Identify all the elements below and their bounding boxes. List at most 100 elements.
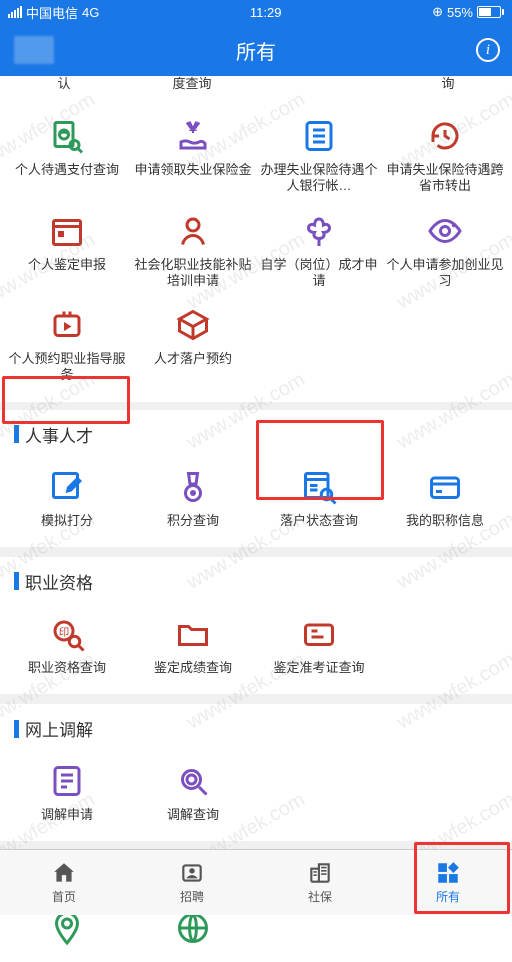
grid-item-label: 个人预约职业指导服务: [6, 351, 128, 384]
grid-item-label: 调解查询: [167, 807, 219, 823]
title-bar-icon: [14, 720, 19, 738]
partial-label: 度查询: [172, 76, 211, 92]
svg-text:印: 印: [59, 626, 70, 638]
section-zhiye: 职业资格 印职业资格查询鉴定成绩查询鉴定准考证查询: [0, 557, 512, 694]
grid-item[interactable]: 个人申请参加创业见习: [382, 203, 508, 298]
grid-item[interactable]: 落户状态查询: [256, 459, 382, 537]
status-bar: 中国电信 4G 11:29 ⊕ 55%: [0, 0, 512, 24]
grid-item[interactable]: 调解申请: [4, 753, 130, 831]
grid-item-label: 申请领取失业保险金: [134, 162, 251, 178]
section-services: 个人待遇支付查询 ¥ 申请领取失业保险金办理失业保险待遇个人银行帐…申请失业保险待遇…: [0, 108, 512, 402]
list-icon: [299, 116, 339, 156]
partial-row: 认 度查询 询: [0, 76, 512, 108]
signal-icon: [8, 6, 22, 18]
grid-item-label: 人才落户预约: [154, 351, 232, 367]
page-title: 所有: [236, 36, 276, 65]
edit-icon: [47, 467, 87, 507]
id-icon: [179, 860, 205, 886]
grid-item-label: 职业资格查询: [28, 660, 106, 676]
grid-item-label: 模拟打分: [41, 513, 93, 529]
tab-home[interactable]: 首页: [0, 850, 128, 915]
grid-item[interactable]: 办理失业保险待遇个人银行帐…: [256, 108, 382, 203]
title-bar-icon: [14, 572, 19, 590]
grid-item[interactable]: 鉴定成绩查询: [130, 606, 256, 684]
section-renshi: 人事人才 模拟打分 积分查询 落户状态查询 我的职称信息: [0, 410, 512, 547]
list2-icon: [47, 761, 87, 801]
section-tiaojie: 网上调解 调解申请 调解查询: [0, 704, 512, 841]
section-title: 人事人才: [0, 410, 512, 459]
carrier: 中国电信: [26, 3, 78, 22]
battery-icon: [477, 6, 504, 18]
section-title-text: 网上调解: [25, 716, 93, 741]
section-title: 网上调解: [0, 704, 512, 753]
card2-icon: [299, 614, 339, 654]
grid-item-label: 办理失业保险待遇个人银行帐…: [258, 162, 380, 195]
section-title-text: 职业资格: [25, 569, 93, 594]
yen-hand-icon: ¥: [173, 116, 213, 156]
grid-item[interactable]: 自学（岗位）成才申请: [256, 203, 382, 298]
grid-item-label: 鉴定准考证查询: [273, 660, 364, 676]
grid-item[interactable]: 模拟打分: [4, 459, 130, 537]
tab-bar: 首页 招聘 社保 所有: [0, 849, 512, 915]
grid-item-label: 积分查询: [167, 513, 219, 529]
apps-icon: [435, 860, 461, 886]
tab-label: 首页: [52, 888, 76, 905]
clock-back-icon: [425, 116, 465, 156]
section-title: 职业资格: [0, 557, 512, 606]
stamp-search-icon: 印: [47, 614, 87, 654]
grid-item-label: 社会化职业技能补贴培训申请: [132, 257, 254, 290]
section-title-text: 人事人才: [25, 422, 93, 447]
partial-label: 认: [57, 76, 70, 92]
tab-label: 招聘: [180, 888, 204, 905]
grid-item[interactable]: 个人鉴定申报: [4, 203, 130, 298]
grid-item[interactable]: ¥ 申请领取失业保险金: [130, 108, 256, 203]
home-icon: [51, 860, 77, 886]
grid-item-label: 调解申请: [41, 807, 93, 823]
doc-search-icon: [47, 116, 87, 156]
network: 4G: [82, 5, 99, 20]
grid-item-label: 申请失业保险待遇跨省市转出: [384, 162, 506, 195]
grid-item[interactable]: 人才落户预约: [130, 297, 256, 392]
eye-icon: [425, 211, 465, 251]
calendar-icon: [47, 211, 87, 251]
grid-item-label: 鉴定成绩查询: [154, 660, 232, 676]
card-icon: [425, 467, 465, 507]
grid-item[interactable]: 调解查询: [130, 753, 256, 831]
grid-item-label: 个人待遇支付查询: [15, 162, 119, 178]
grid-item-label: 个人鉴定申报: [28, 257, 106, 273]
tab-zhaopin[interactable]: 招聘: [128, 850, 256, 915]
grid-item[interactable]: 社会化职业技能补贴培训申请: [130, 203, 256, 298]
grid-item[interactable]: 积分查询: [130, 459, 256, 537]
folder-icon: [173, 614, 213, 654]
partial-label: 询: [441, 76, 454, 92]
tab-all[interactable]: 所有: [384, 850, 512, 915]
grid-item[interactable]: 申请失业保险待遇跨省市转出: [382, 108, 508, 203]
app-header: 所有 i: [0, 24, 512, 76]
battery-percent: 55%: [447, 5, 473, 20]
alarm-icon: ⊕: [432, 4, 443, 20]
magnify-icon: [173, 761, 213, 801]
grid-item-label: 自学（岗位）成才申请: [258, 257, 380, 290]
grid-item-label: 个人申请参加创业见习: [384, 257, 506, 290]
news-search-icon: [299, 467, 339, 507]
tab-label: 社保: [308, 888, 332, 905]
status-time: 11:29: [250, 5, 282, 20]
title-bar-icon: [14, 425, 19, 443]
flower-icon: [299, 211, 339, 251]
info-button[interactable]: i: [476, 38, 500, 62]
avatar[interactable]: [14, 36, 54, 64]
building-icon: [307, 860, 333, 886]
grid-item-label: 落户状态查询: [280, 513, 358, 529]
play-icon: [47, 305, 87, 345]
medal-icon: [173, 467, 213, 507]
tab-shebao[interactable]: 社保: [256, 850, 384, 915]
tab-label: 所有: [436, 888, 460, 905]
grid-item[interactable]: 个人预约职业指导服务: [4, 297, 130, 392]
person-icon: [173, 211, 213, 251]
grid-item-label: 我的职称信息: [406, 513, 484, 529]
grid-item[interactable]: 个人待遇支付查询: [4, 108, 130, 203]
grid-item[interactable]: 我的职称信息: [382, 459, 508, 537]
grid-item[interactable]: 鉴定准考证查询: [256, 606, 382, 684]
grid-item[interactable]: 印职业资格查询: [4, 606, 130, 684]
cube-icon: [173, 305, 213, 345]
